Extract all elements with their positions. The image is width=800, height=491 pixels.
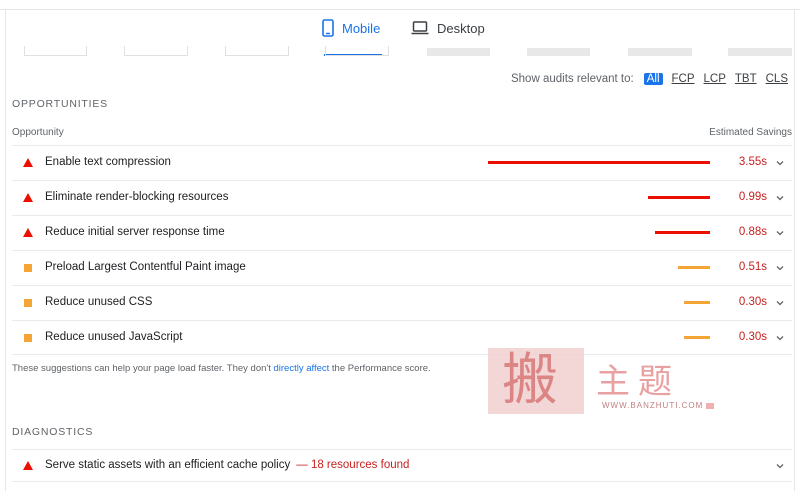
savings-bar	[678, 266, 710, 269]
savings-value: 0.88s	[738, 226, 767, 238]
diagnostic-title-text: Serve static assets with an efficient ca…	[45, 459, 291, 471]
metric-tile	[325, 46, 389, 56]
opportunity-title: Preload Largest Contentful Paint image	[45, 261, 246, 273]
directly-affect-link[interactable]: directly affect	[273, 363, 329, 374]
filter-chip-all[interactable]: All	[643, 73, 663, 85]
filter-label: Show audits relevant to:	[510, 73, 634, 85]
tab-mobile-label: Mobile	[342, 20, 381, 36]
filter-chip-cls[interactable]: CLS	[766, 73, 788, 85]
audit-filter: Show audits relevant to: All FCP LCP TBT…	[511, 72, 788, 86]
opportunity-title: Reduce initial server response time	[45, 226, 225, 238]
opportunity-row[interactable]: Enable text compression 3.55s	[12, 145, 792, 180]
savings-value: 0.30s	[738, 331, 767, 343]
opportunity-title: Enable text compression	[45, 156, 171, 168]
tab-desktop-label: Desktop	[437, 20, 485, 36]
column-header-opportunity: Opportunity	[12, 127, 64, 138]
watermark-text: 主题	[596, 362, 680, 402]
metric-tile	[225, 46, 289, 56]
savings-value: 0.30s	[738, 296, 767, 308]
opportunity-row[interactable]: Preload Largest Contentful Paint image 0…	[12, 250, 792, 285]
savings-bar	[648, 196, 710, 199]
opportunity-row[interactable]: Eliminate render-blocking resources 0.99…	[12, 180, 792, 215]
opportunity-row[interactable]: Reduce initial server response time 0.88…	[12, 215, 792, 250]
metric-tile	[527, 48, 590, 56]
diagnostics-title: DIAGNOSTICS	[12, 426, 94, 438]
savings-value: 0.99s	[738, 191, 767, 203]
watermark-mark	[706, 403, 714, 409]
chevron-down-icon[interactable]	[776, 159, 784, 167]
savings-value: 3.55s	[738, 156, 767, 168]
metric-tile	[427, 48, 490, 56]
watermark-logo: 搬 主题 WWW.BANZHUTI.COM	[488, 348, 718, 416]
chevron-down-icon[interactable]	[776, 334, 784, 342]
opportunity-list: Enable text compression 3.55s Eliminate …	[12, 145, 792, 355]
diagnostic-row[interactable]: Serve static assets with an efficient ca…	[12, 449, 792, 482]
diagnostic-detail: — 18 resources found	[296, 459, 410, 471]
mobile-phone-icon	[322, 19, 334, 37]
chevron-down-icon[interactable]	[776, 264, 784, 272]
opportunity-row[interactable]: Reduce unused CSS 0.30s	[12, 285, 792, 320]
chevron-down-icon[interactable]	[776, 299, 784, 307]
opportunities-title: OPPORTUNITIES	[12, 98, 108, 110]
opportunity-title: Reduce unused JavaScript	[45, 331, 183, 343]
device-tabs: Mobile Desktop	[0, 10, 800, 56]
metric-tile	[728, 48, 792, 56]
column-header-savings: Estimated Savings	[709, 127, 792, 138]
top-edge	[0, 0, 800, 10]
diagnostic-title: Serve static assets with an efficient ca…	[45, 459, 409, 471]
savings-bar	[684, 336, 710, 339]
fail-triangle-icon	[23, 158, 33, 167]
chevron-down-icon[interactable]	[776, 229, 784, 237]
opportunities-note: These suggestions can help your page loa…	[12, 363, 431, 374]
tab-desktop[interactable]: Desktop	[411, 10, 485, 46]
average-square-icon	[24, 264, 32, 272]
watermark-url: WWW.BANZHUTI.COM	[602, 401, 704, 410]
metric-tile	[24, 46, 87, 56]
savings-bar	[684, 301, 710, 304]
average-square-icon	[24, 299, 32, 307]
chevron-down-icon[interactable]	[776, 194, 784, 202]
savings-bar	[655, 231, 710, 234]
opportunity-title: Eliminate render-blocking resources	[45, 191, 229, 203]
fail-triangle-icon	[23, 461, 33, 470]
note-text-end: the Performance score.	[329, 363, 431, 374]
opportunity-title: Reduce unused CSS	[45, 296, 153, 308]
savings-value: 0.51s	[738, 261, 767, 273]
chevron-down-icon[interactable]	[776, 462, 784, 470]
fail-triangle-icon	[23, 193, 33, 202]
savings-bar	[488, 161, 710, 164]
metric-tile	[124, 46, 188, 56]
note-text: These suggestions can help your page loa…	[12, 363, 274, 374]
filter-chip-lcp[interactable]: LCP	[704, 73, 726, 85]
fail-triangle-icon	[23, 228, 33, 237]
laptop-icon	[411, 21, 429, 35]
tab-mobile[interactable]: Mobile	[322, 10, 380, 46]
metric-tile	[628, 48, 692, 56]
filter-chip-tbt[interactable]: TBT	[735, 73, 757, 85]
metric-tiles-strip	[0, 46, 800, 58]
watermark-seal-char: 搬	[502, 348, 558, 413]
watermark-seal: 搬	[488, 348, 584, 414]
filter-chip-fcp[interactable]: FCP	[672, 73, 695, 85]
average-square-icon	[24, 334, 32, 342]
